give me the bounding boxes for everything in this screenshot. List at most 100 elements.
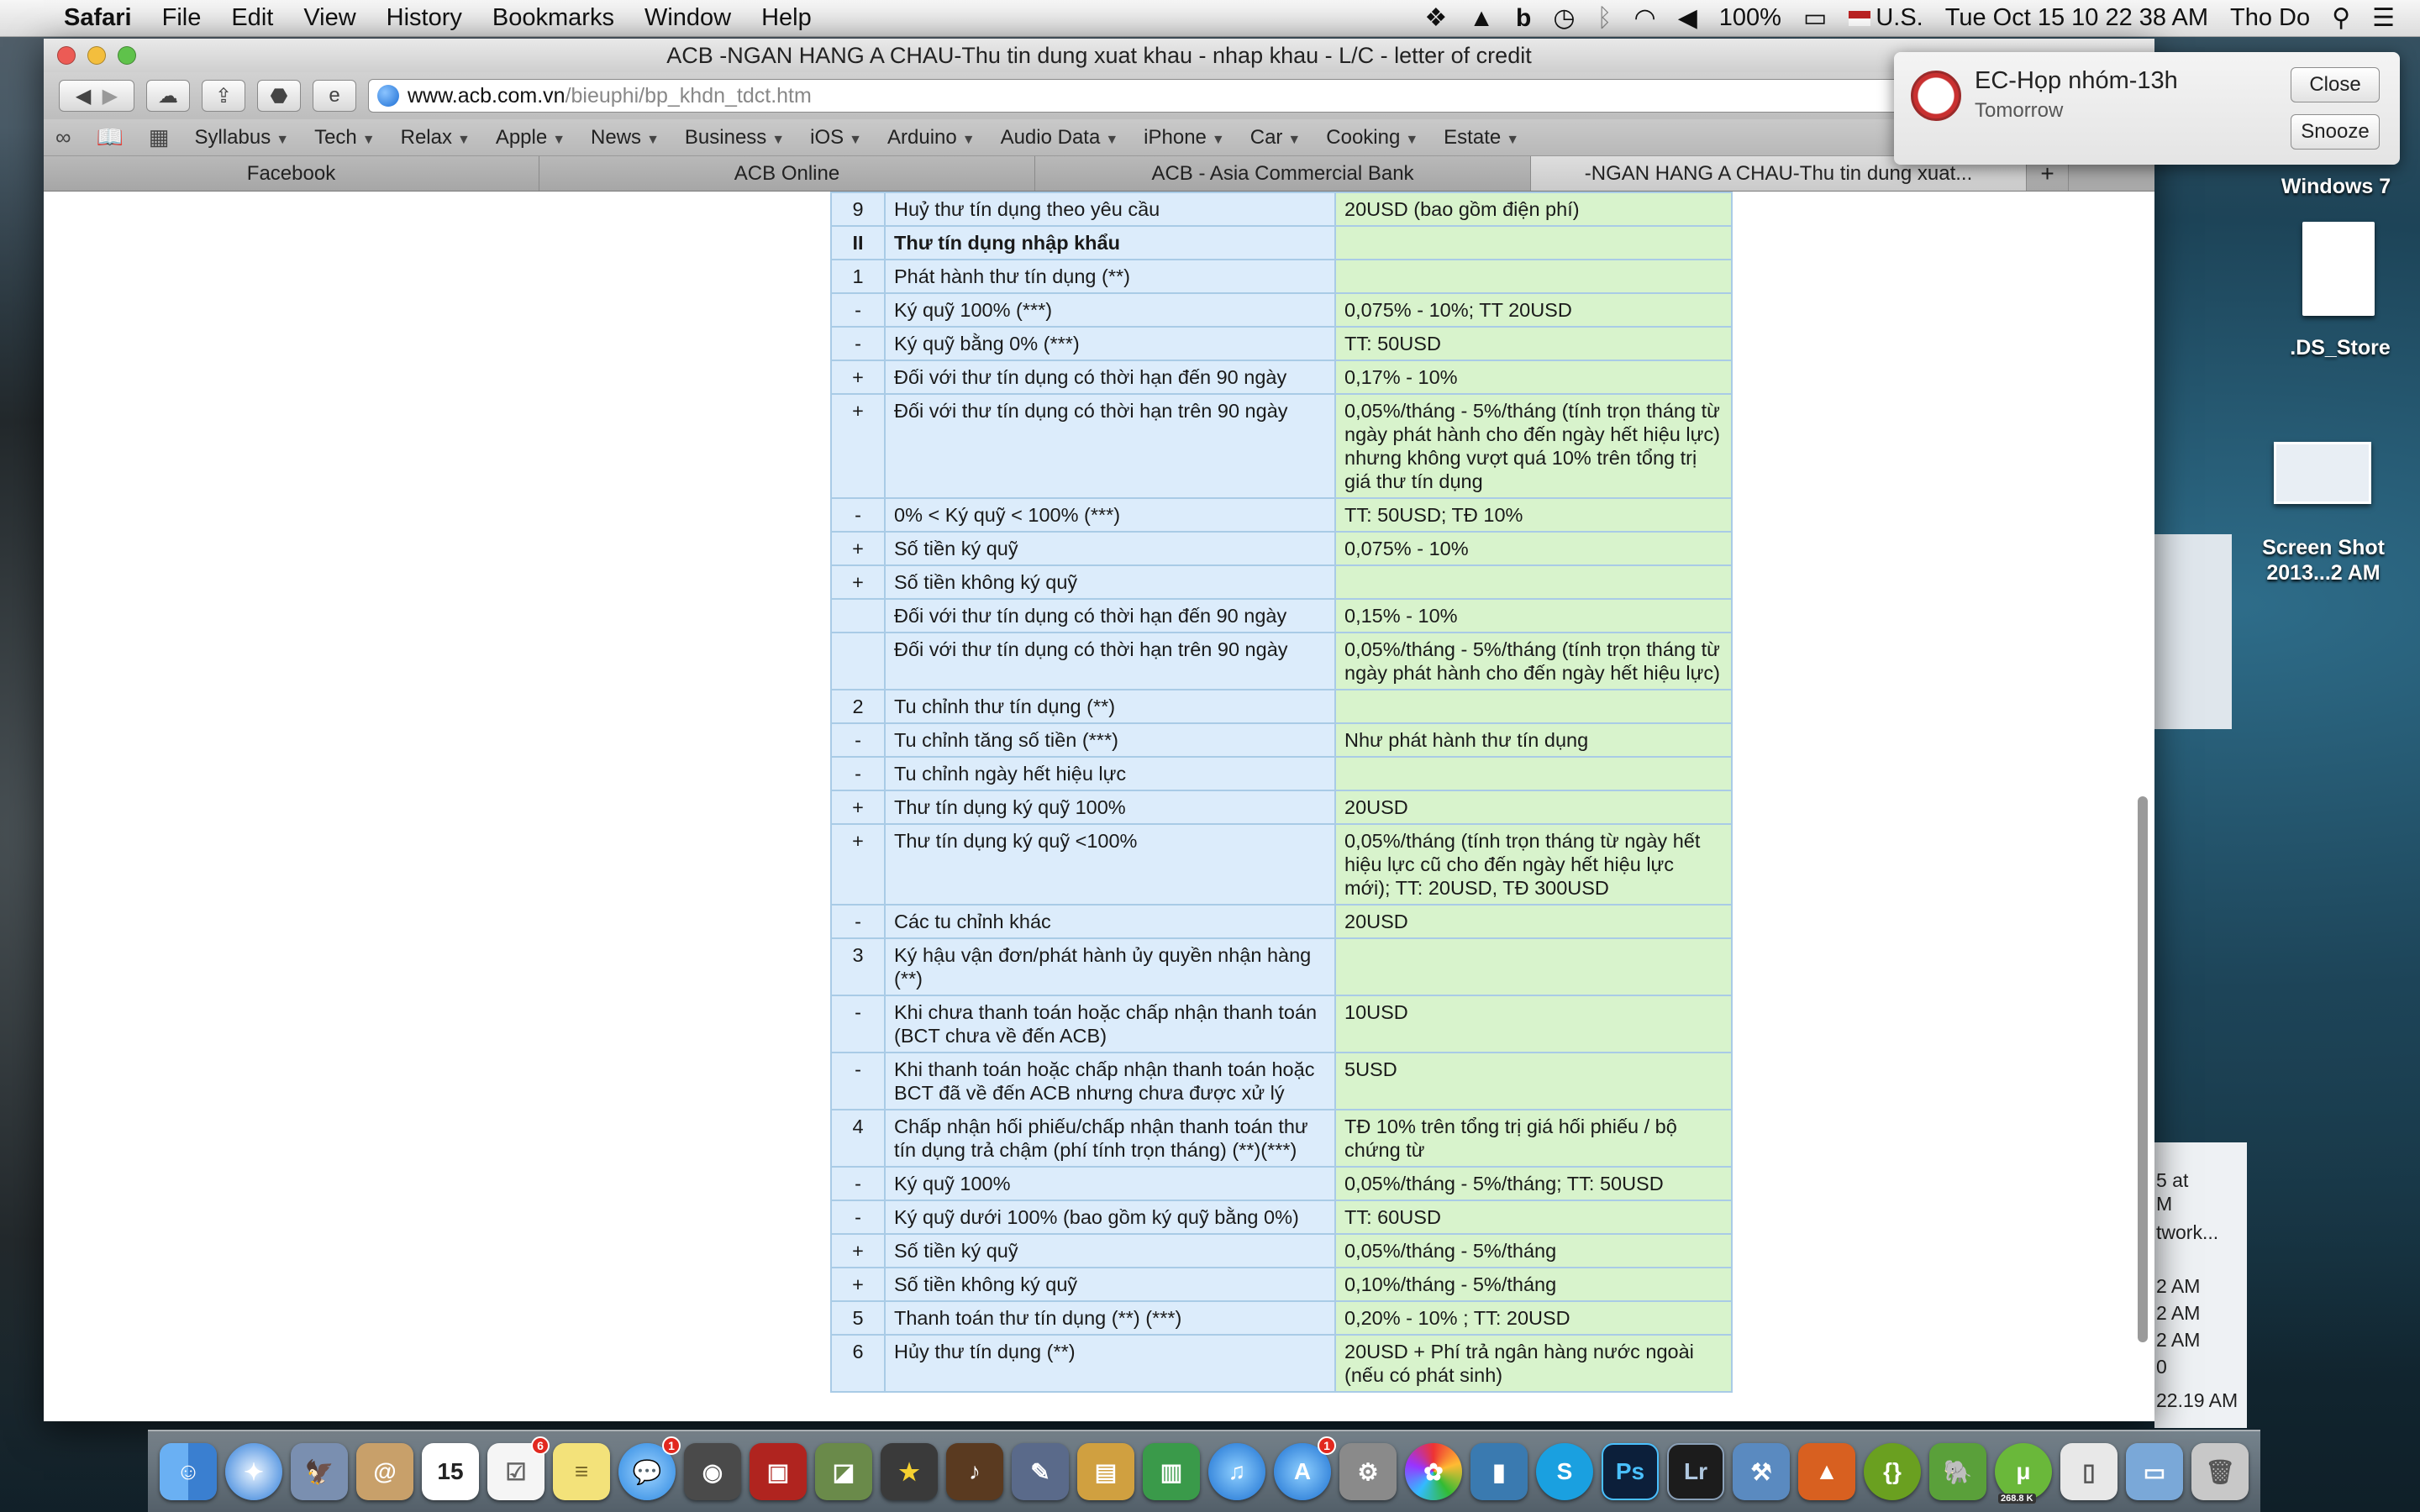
ds-store-file-icon[interactable] — [2302, 222, 2375, 316]
adblock-button[interactable]: ⬣ — [257, 80, 301, 112]
notes-icon[interactable]: ≡ — [553, 1443, 610, 1500]
photoshop-icon[interactable]: Ps — [1602, 1443, 1659, 1500]
bookmark-folder-tech[interactable]: Tech ▼ — [314, 126, 376, 150]
menu-bookmarks[interactable]: Bookmarks — [477, 4, 629, 32]
bookmark-folder-relax[interactable]: Relax ▼ — [401, 126, 471, 150]
desktop-label-screenshot-1[interactable]: Screen Shot — [2235, 536, 2412, 560]
reading-list-icon[interactable]: ∞ — [55, 124, 71, 150]
notification-close-button[interactable]: Close — [2291, 67, 2380, 102]
bookmark-folder-car[interactable]: Car ▼ — [1250, 126, 1302, 150]
bookmark-folder-estate[interactable]: Estate ▼ — [1444, 126, 1519, 150]
app-store-icon[interactable]: A1 — [1274, 1436, 1336, 1500]
system-preferences-icon[interactable]: ⚙ — [1339, 1443, 1397, 1500]
tab-acb-online[interactable]: ACB Online — [539, 156, 1035, 191]
photo-app-icon[interactable]: ✿ — [1405, 1443, 1462, 1500]
photo-booth-icon[interactable]: ▣ — [750, 1443, 807, 1500]
top-sites-grid-icon[interactable]: ▦ — [149, 124, 170, 150]
trash-icon[interactable]: 🗑 — [2191, 1443, 2249, 1500]
forward-icon[interactable]: ▶ — [103, 84, 118, 108]
desktop-label-screenshot-2[interactable]: 2013...2 AM — [2235, 561, 2412, 585]
bookmark-folder-ios[interactable]: iOS ▼ — [810, 126, 862, 150]
bookmark-folder-news[interactable]: News ▼ — [591, 126, 660, 150]
numbers-icon[interactable]: ▥ — [1143, 1443, 1200, 1500]
spotlight-icon[interactable]: ⚲ — [2332, 3, 2350, 33]
bookmark-folder-cooking[interactable]: Cooking ▼ — [1326, 126, 1418, 150]
dropbox-icon[interactable]: ❖ — [1424, 3, 1447, 33]
time-machine-icon[interactable]: ◷ — [1553, 3, 1575, 33]
share-button[interactable]: ⇪ — [202, 80, 245, 112]
bookmark-folder-syllabus[interactable]: Syllabus ▼ — [195, 126, 290, 150]
notification-snooze-button[interactable]: Snooze — [2291, 114, 2380, 150]
back-forward-buttons[interactable]: ◀ ▶ — [59, 80, 134, 112]
calendar-icon[interactable]: 15 — [422, 1443, 479, 1500]
matlab-icon[interactable]: ▲ — [1798, 1443, 1855, 1500]
google-drive-icon[interactable]: ▲ — [1469, 4, 1494, 33]
wifi-icon[interactable]: ◠ — [1634, 3, 1656, 33]
battery-icon[interactable]: ▭ — [1803, 3, 1827, 33]
evernote-icon[interactable]: 🐘 — [1929, 1443, 1986, 1500]
b-app-icon[interactable]: b — [1516, 4, 1531, 33]
contacts-icon[interactable]: @ — [356, 1443, 413, 1500]
messages-icon[interactable]: 💬 1 — [618, 1436, 681, 1500]
minimize-window-button[interactable] — [87, 46, 106, 65]
menu-edit[interactable]: Edit — [216, 4, 288, 32]
table-row: - Các tu chỉnh khác 20USD — [830, 904, 1733, 939]
menu-history[interactable]: History — [371, 4, 477, 32]
input-source[interactable]: U.S. — [1849, 4, 1923, 32]
brackets-icon[interactable]: {} — [1864, 1443, 1921, 1500]
icloud-tabs-button[interactable]: ☁ — [146, 80, 190, 112]
utility-icon[interactable]: ▮ — [1470, 1443, 1528, 1500]
tab-facebook[interactable]: Facebook — [44, 156, 539, 191]
page-content[interactable]: 9 Huỷ thư tín dụng theo yêu cầu 20USD (bao… — [44, 192, 2154, 1421]
preview-eagle-icon[interactable]: 🦅 — [291, 1443, 348, 1500]
screenshot-file-icon[interactable] — [2274, 442, 2371, 504]
menu-window[interactable]: Window — [629, 4, 746, 32]
bookmark-folder-business[interactable]: Business ▼ — [685, 126, 785, 150]
background-window-peek[interactable] — [2154, 534, 2232, 729]
finder-icon[interactable]: ☺ — [160, 1443, 217, 1500]
row-fee-cell: 0,075% - 10% — [1334, 531, 1733, 566]
window-controls — [57, 46, 136, 65]
document-stack-icon[interactable]: ▯ — [2060, 1443, 2118, 1500]
back-icon[interactable]: ◀ — [76, 84, 91, 108]
safari-icon[interactable]: ✦ — [225, 1443, 282, 1500]
bluetooth-icon[interactable]: ᛒ — [1597, 4, 1612, 33]
clock[interactable]: Tue Oct 15 10 22 38 AM — [1945, 4, 2208, 32]
volume-icon[interactable]: ◀ — [1678, 3, 1697, 33]
address-bar[interactable]: www.acb.com.vn/bieuphi/bp_khdn_tdct.htm — [368, 79, 2139, 113]
desktop-label-ds-store[interactable]: .DS_Store — [2252, 336, 2420, 360]
imovie-icon[interactable]: ★ — [881, 1443, 938, 1500]
folder-stack-icon[interactable]: ▭ — [2126, 1443, 2183, 1500]
user-name[interactable]: Tho Do — [2230, 4, 2310, 32]
desktop-label-windows7[interactable]: Windows 7 — [2252, 175, 2420, 199]
vertical-scrollbar[interactable] — [2138, 796, 2148, 1342]
utorrent-icon[interactable]: μ 268.8 K — [1995, 1443, 2052, 1504]
tab-acb-asia-commercial-bank[interactable]: ACB - Asia Commercial Bank — [1035, 156, 1531, 191]
extension-button[interactable]: e — [313, 80, 356, 112]
facetime-icon[interactable]: ◉ — [684, 1443, 741, 1500]
bookmarks-book-icon[interactable]: 📖 — [97, 124, 124, 150]
calendar-notification[interactable]: EC-Họp nhóm-13h Tomorrow Close Snooze — [1894, 52, 2400, 165]
lightroom-icon[interactable]: Lr — [1667, 1443, 1724, 1500]
bookmark-folder-apple[interactable]: Apple ▼ — [496, 126, 566, 150]
tools-icon[interactable]: ⚒ — [1733, 1443, 1790, 1500]
skype-icon[interactable]: S — [1536, 1443, 1593, 1500]
garageband-icon[interactable]: ♪ — [946, 1443, 1003, 1500]
menu-help[interactable]: Help — [746, 4, 827, 32]
chevron-down-icon: ▼ — [1287, 132, 1302, 147]
keynote-icon[interactable]: ▤ — [1077, 1443, 1134, 1500]
bookmark-folder-iphone[interactable]: iPhone ▼ — [1144, 126, 1225, 150]
zoom-window-button[interactable] — [118, 46, 136, 65]
menu-view[interactable]: View — [288, 4, 371, 32]
close-window-button[interactable] — [57, 46, 76, 65]
menu-file[interactable]: File — [147, 4, 217, 32]
itunes-icon[interactable]: ♫ — [1208, 1443, 1265, 1500]
reminders-icon[interactable]: ☑ 6 — [487, 1436, 550, 1500]
row-fee-cell: 0,05%/tháng (tính trọn tháng từ ngày hết… — [1334, 823, 1733, 906]
app-menu[interactable]: Safari — [49, 4, 147, 32]
bookmark-folder-arduino[interactable]: Arduino ▼ — [887, 126, 976, 150]
iphoto-icon[interactable]: ◪ — [815, 1443, 872, 1500]
bookmark-folder-audio-data[interactable]: Audio Data ▼ — [1001, 126, 1119, 150]
xcode-icon[interactable]: ✎ — [1012, 1443, 1069, 1500]
notification-center-icon[interactable]: ☰ — [2372, 3, 2395, 33]
